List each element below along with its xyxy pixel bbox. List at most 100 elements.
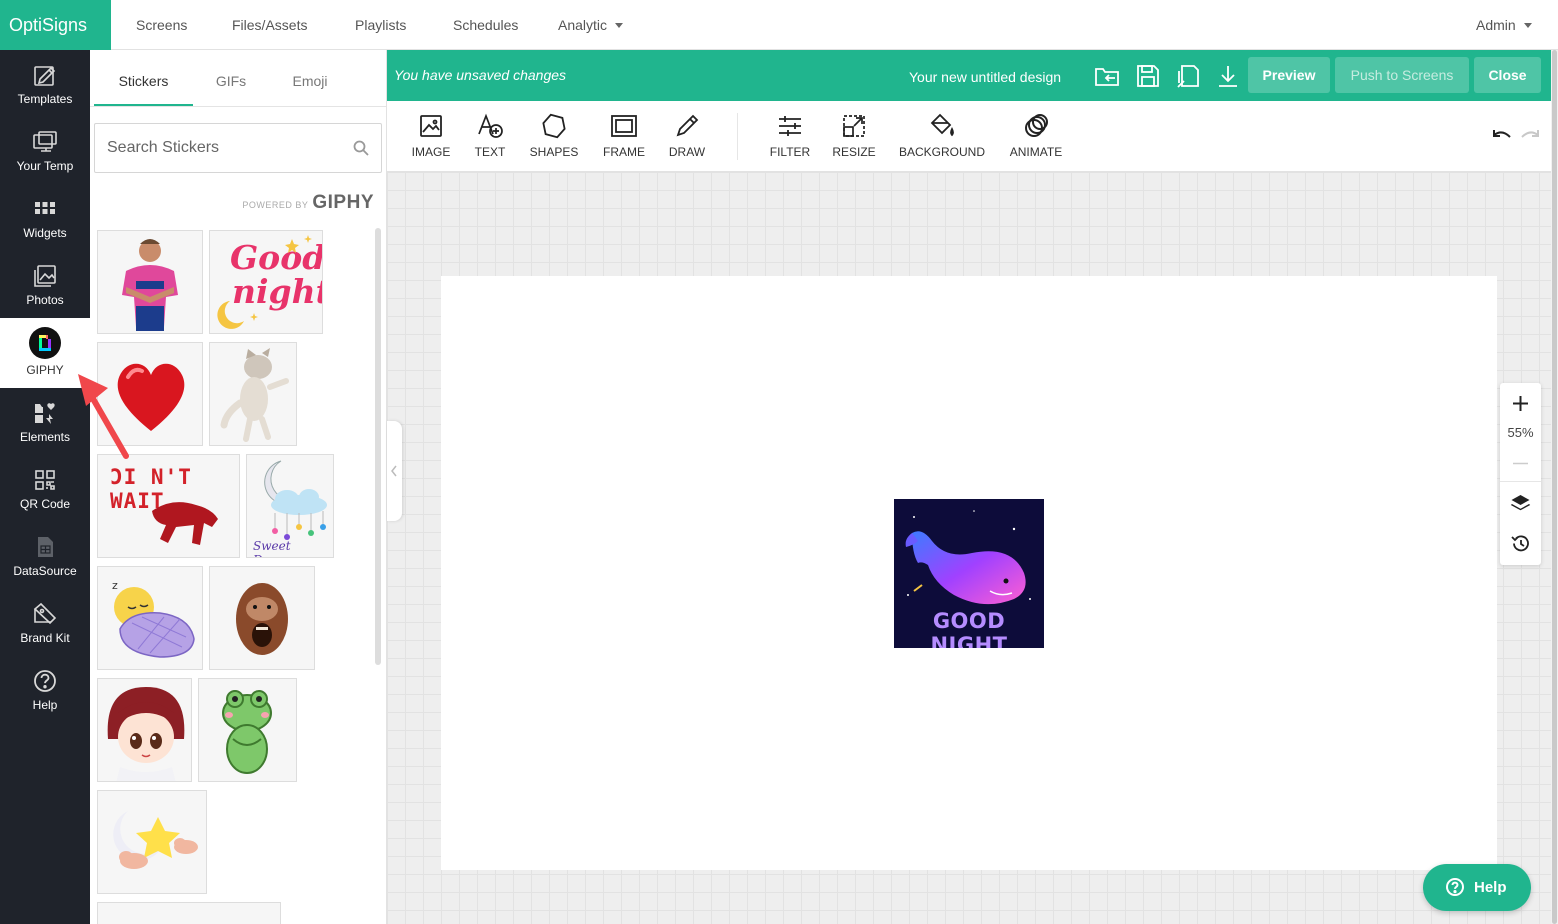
user-menu[interactable]: Admin: [1476, 0, 1532, 50]
sticker-orangutan[interactable]: [209, 566, 315, 670]
tab-emoji[interactable]: Emoji: [269, 50, 351, 106]
elements-icon: [35, 403, 55, 424]
open-folder-icon[interactable]: [1094, 63, 1120, 89]
tool-animate[interactable]: ANIMATE: [1005, 101, 1067, 172]
panel-tabs: Stickers GIFs Emoji: [90, 50, 386, 107]
zoom-divider: [1500, 481, 1541, 482]
rail-item-brand-kit[interactable]: Brand Kit: [0, 589, 90, 656]
save-icon[interactable]: [1135, 63, 1161, 89]
sticker-good-night[interactable]: Good night: [209, 230, 323, 334]
animate-icon: [1025, 114, 1048, 137]
tool-image[interactable]: IMAGE: [407, 101, 455, 172]
layers-icon[interactable]: [1510, 493, 1531, 514]
help-icon: [34, 670, 56, 692]
sticker-cricket-player[interactable]: [97, 230, 203, 334]
sticker-cant-wait[interactable]: ƆI N'T WAIT: [97, 454, 240, 558]
moon-stars-icon: [217, 235, 312, 329]
templates-icon: [34, 66, 56, 86]
red-bull-image: [152, 502, 218, 545]
editor-header: You have unsaved changes Your new untitl…: [387, 50, 1551, 101]
collapse-panel-handle[interactable]: [387, 421, 402, 521]
tool-filter[interactable]: FILTER: [767, 101, 813, 172]
tab-gifs[interactable]: GIFs: [193, 50, 269, 106]
search-icon[interactable]: [353, 140, 369, 156]
left-rail: Templates Your Temp Widgets Photos GIPHY…: [0, 50, 90, 924]
page-scrollbar-thumb[interactable]: [1552, 50, 1557, 924]
sleeping-chick-image: z: [112, 579, 195, 658]
filter-sliders-icon: [779, 116, 801, 136]
sticker-frog[interactable]: [198, 678, 297, 782]
sticker-sleeping-chick[interactable]: z: [97, 566, 203, 670]
orangutan-image: [236, 583, 288, 655]
paint-bucket-icon: [930, 113, 954, 137]
frog-image: [222, 690, 272, 774]
tool-draw[interactable]: DRAW: [663, 101, 711, 172]
tool-resize[interactable]: RESIZE: [831, 101, 877, 172]
nav-screens[interactable]: Screens: [136, 0, 187, 50]
powered-by-giphy: POWERED BY GIPHY: [242, 192, 374, 213]
panel-scrollbar[interactable]: [375, 228, 381, 665]
tool-shapes[interactable]: SHAPES: [524, 101, 584, 172]
canvas-good-night-gif[interactable]: GOOD NIGHT: [894, 499, 1044, 648]
zoom-in-icon[interactable]: [1512, 395, 1529, 412]
tab-stickers[interactable]: Stickers: [94, 50, 193, 106]
zoom-out-icon[interactable]: [1512, 462, 1529, 465]
cricket-player-image: [122, 239, 178, 331]
download-icon[interactable]: [1215, 63, 1241, 89]
preview-button[interactable]: Preview: [1248, 57, 1330, 93]
toolbar-divider: [737, 113, 738, 160]
rail-item-help[interactable]: Help: [0, 656, 90, 723]
your-templates-icon: [33, 131, 57, 152]
save-as-icon[interactable]: [1176, 63, 1202, 89]
sticker-anime-girl[interactable]: [97, 678, 192, 782]
history-icon[interactable]: [1510, 533, 1531, 554]
design-artboard[interactable]: GOOD NIGHT: [441, 276, 1497, 870]
tool-text[interactable]: TEXT: [470, 101, 510, 172]
push-to-screens-button[interactable]: Push to Screens: [1335, 57, 1469, 93]
datasource-icon: [38, 537, 53, 557]
photos-icon: [34, 265, 56, 287]
help-fab-button[interactable]: Help: [1423, 864, 1531, 911]
help-circle-icon: [1446, 878, 1464, 896]
annotation-arrow-icon: [78, 374, 129, 459]
rail-item-your-templates[interactable]: Your Temp: [0, 117, 90, 184]
sticker-sleepy-star[interactable]: [97, 790, 207, 894]
sticker-partial[interactable]: [97, 902, 281, 924]
resize-icon: [843, 115, 865, 137]
rail-item-widgets[interactable]: Widgets: [0, 184, 90, 251]
sticker-cat[interactable]: [209, 342, 297, 446]
undo-icon[interactable]: [1489, 127, 1513, 145]
tool-frame[interactable]: FRAME: [597, 101, 651, 172]
chevron-left-icon: [391, 465, 397, 477]
brand-logo[interactable]: OptiSigns: [0, 0, 111, 50]
nav-files-assets[interactable]: Files/Assets: [232, 0, 307, 50]
zoom-panel: 55%: [1500, 383, 1541, 565]
unsaved-status: You have unsaved changes: [394, 67, 567, 83]
zoom-level: 55%: [1507, 425, 1534, 440]
editor-toolbar: IMAGE TEXT SHAPES FRAME DRAW FILTER RESI…: [387, 101, 1551, 172]
rail-item-qr-code[interactable]: QR Code: [0, 455, 90, 522]
sticker-sweet-dreams[interactable]: Sweet Dreams: [246, 454, 334, 558]
image-icon: [420, 115, 442, 137]
sleepy-star-image: [113, 811, 198, 869]
nav-analytic[interactable]: Analytic: [558, 0, 624, 50]
search-input[interactable]: [95, 124, 345, 172]
nav-schedules[interactable]: Schedules: [453, 0, 518, 50]
qr-code-icon: [35, 470, 55, 490]
top-nav: OptiSigns Screens Files/Assets Playlists…: [0, 0, 1558, 50]
widgets-icon: [35, 202, 55, 214]
rail-item-photos[interactable]: Photos: [0, 251, 90, 318]
stickers-panel: Stickers GIFs Emoji POWERED BY GIPHY Goo…: [90, 50, 387, 924]
rail-item-datasource[interactable]: DataSource: [0, 522, 90, 589]
brand-kit-icon: [33, 602, 57, 625]
redo-icon[interactable]: [1519, 127, 1543, 145]
anime-girl-image: [107, 687, 185, 781]
pencil-icon: [676, 114, 699, 137]
svg-text:z: z: [112, 579, 118, 592]
close-button[interactable]: Close: [1474, 57, 1541, 93]
nav-playlists[interactable]: Playlists: [355, 0, 406, 50]
rail-item-templates[interactable]: Templates: [0, 50, 90, 117]
tool-background[interactable]: BACKGROUND: [897, 101, 987, 172]
design-name[interactable]: Your new untitled design: [909, 50, 1061, 104]
page-scrollbar[interactable]: [1551, 50, 1558, 924]
